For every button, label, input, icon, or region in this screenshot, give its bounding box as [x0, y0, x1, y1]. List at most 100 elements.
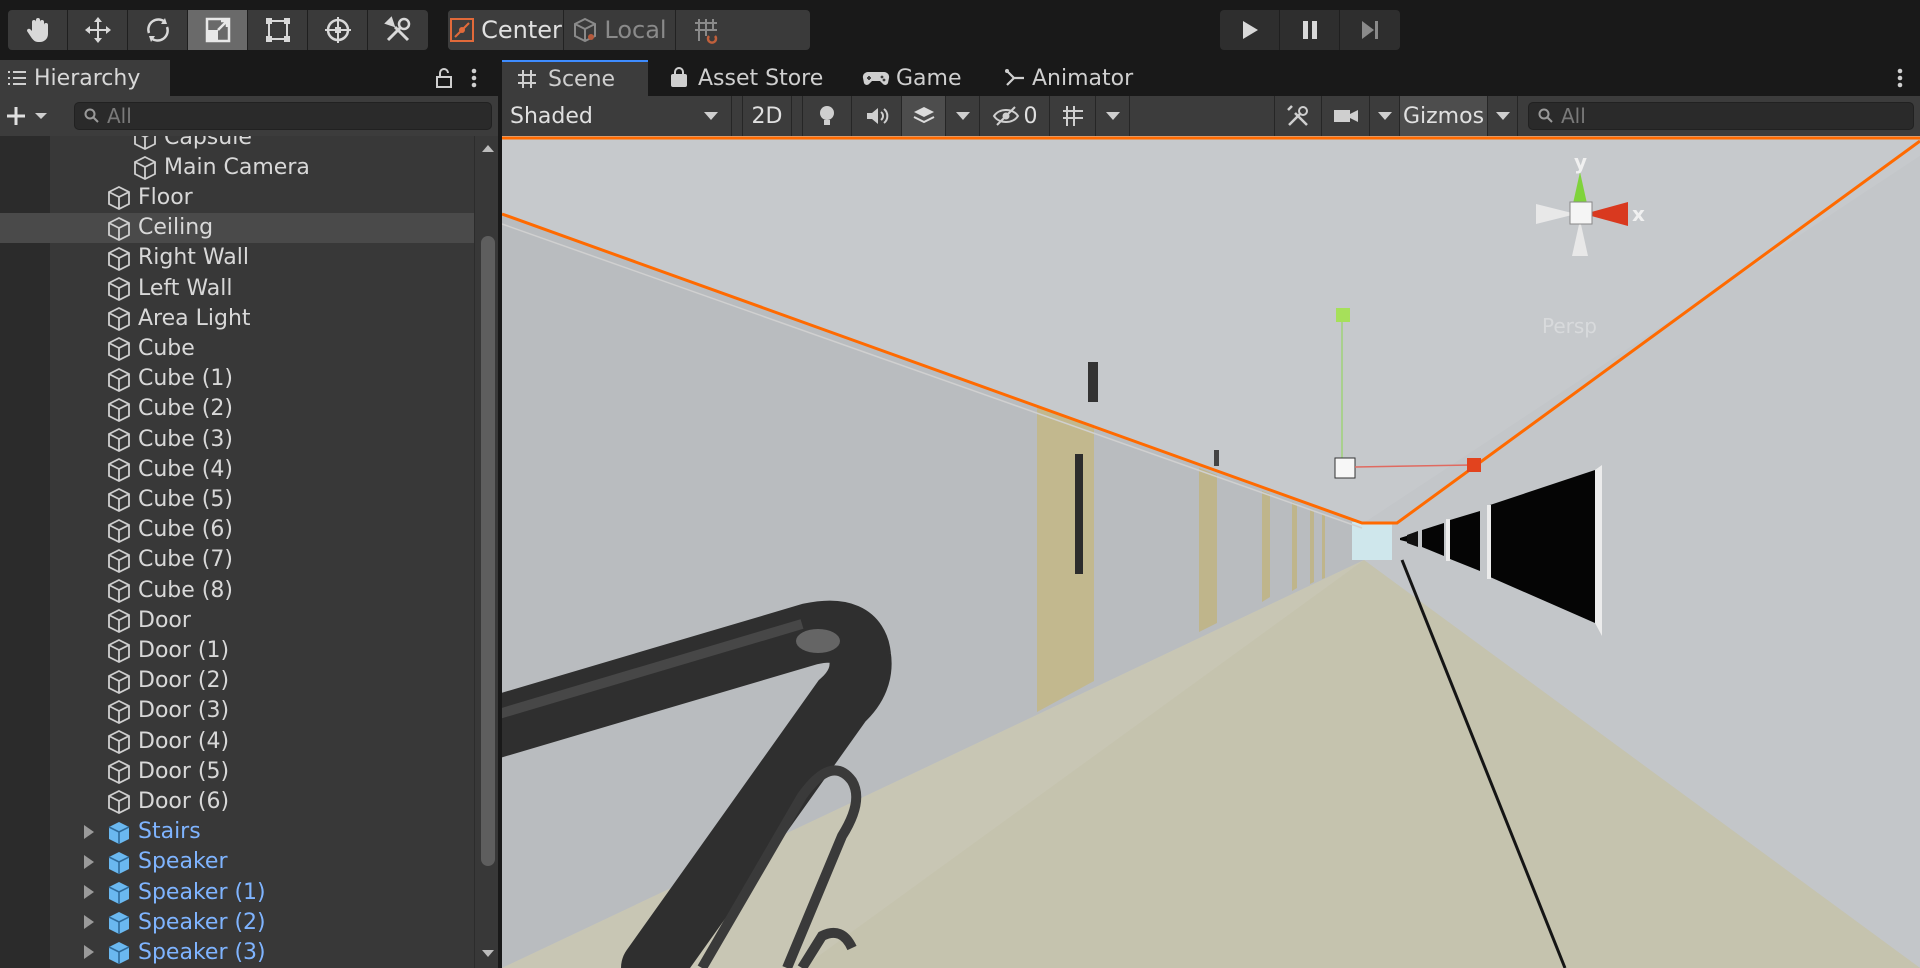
- expand-arrow-icon[interactable]: [84, 854, 94, 869]
- hierarchy-item[interactable]: Door (3): [0, 696, 474, 726]
- hierarchy-item[interactable]: Door: [0, 605, 474, 635]
- chevron-down-icon: [1495, 112, 1510, 120]
- hierarchy-item[interactable]: Cube (3): [0, 424, 474, 454]
- search-icon: [1538, 108, 1553, 123]
- grid-visibility-toggle[interactable]: [1050, 96, 1096, 136]
- hierarchy-item[interactable]: Floor: [0, 182, 474, 212]
- hierarchy-item[interactable]: Speaker (1): [0, 877, 474, 907]
- hierarchy-item-label: Floor: [138, 184, 193, 210]
- rotate-tool-button[interactable]: [128, 10, 188, 50]
- lock-icon[interactable]: [432, 66, 456, 90]
- tab-animator-label: Animator: [1032, 65, 1134, 91]
- hierarchy-search-input[interactable]: All: [74, 102, 492, 130]
- hierarchy-item[interactable]: Speaker (2): [0, 907, 474, 937]
- hierarchy-item[interactable]: Main Camera: [0, 152, 474, 182]
- gameobject-cube-icon: [106, 276, 132, 306]
- scene-kebab-menu-icon[interactable]: [1890, 66, 1910, 90]
- hierarchy-item[interactable]: Capsule: [0, 136, 474, 152]
- scene-search-placeholder: All: [1561, 104, 1586, 128]
- hidden-count: 0: [1023, 103, 1038, 129]
- move-tool-button[interactable]: [68, 10, 128, 50]
- kebab-menu-icon[interactable]: [464, 66, 484, 90]
- hierarchy-item[interactable]: Left Wall: [0, 273, 474, 303]
- space-local-toggle[interactable]: Local: [564, 10, 676, 50]
- scene-camera-button[interactable]: [1322, 96, 1370, 136]
- effects-toggle[interactable]: [902, 96, 946, 136]
- scrollbar-thumb[interactable]: [481, 236, 495, 866]
- hierarchy-item[interactable]: Door (4): [0, 726, 474, 756]
- expand-arrow-icon[interactable]: [84, 915, 94, 930]
- hierarchy-item[interactable]: Door (2): [0, 666, 474, 696]
- expand-arrow-icon[interactable]: [84, 824, 94, 839]
- hierarchy-item[interactable]: Speaker (3): [0, 937, 474, 967]
- audio-toggle[interactable]: [852, 96, 902, 136]
- hierarchy-item[interactable]: Cube (8): [0, 575, 474, 605]
- grid-snap-toggle[interactable]: [676, 10, 736, 50]
- tab-game[interactable]: Game: [862, 60, 982, 96]
- hierarchy-item[interactable]: Door (1): [0, 635, 474, 665]
- gizmos-dropdown[interactable]: [1488, 96, 1518, 136]
- play-button[interactable]: [1220, 10, 1280, 50]
- hierarchy-item[interactable]: Door (5): [0, 756, 474, 786]
- hand-tool-button[interactable]: [8, 10, 68, 50]
- prefab-cube-icon: [106, 910, 132, 940]
- perspective-label[interactable]: Persp: [1542, 314, 1597, 338]
- create-dropdown[interactable]: [4, 102, 52, 130]
- chevron-down-icon: [955, 112, 970, 120]
- gameobject-cube-icon: [106, 185, 132, 215]
- eye-slash-icon: [992, 106, 1019, 126]
- scene-viewport[interactable]: y x Persp: [502, 136, 1920, 968]
- expand-arrow-icon[interactable]: [84, 885, 94, 899]
- hierarchy-item-label: Door (5): [138, 758, 230, 784]
- transform-tool-button[interactable]: [308, 10, 368, 50]
- hierarchy-item[interactable]: Cube: [0, 333, 474, 363]
- rect-tool-button[interactable]: [248, 10, 308, 50]
- hierarchy-item-label: Speaker (2): [138, 909, 266, 935]
- prefab-cube-icon: [106, 820, 132, 850]
- hierarchy-item[interactable]: Stairs: [0, 817, 474, 847]
- pause-button[interactable]: [1280, 10, 1340, 50]
- hierarchy-item[interactable]: Door (6): [0, 786, 474, 816]
- tab-asset-store[interactable]: Asset Store: [662, 60, 832, 96]
- gameobject-cube-icon: [106, 457, 132, 487]
- light-handle-green: [1336, 308, 1350, 322]
- expand-arrow-icon[interactable]: [84, 945, 94, 960]
- play-icon: [1242, 21, 1258, 39]
- grid-dropdown[interactable]: [1096, 96, 1130, 136]
- hierarchy-item[interactable]: Cube (2): [0, 394, 474, 424]
- gameobject-cube-icon: [106, 427, 132, 457]
- hierarchy-item[interactable]: Right Wall: [0, 243, 474, 273]
- tab-animator[interactable]: Animator: [1004, 60, 1154, 96]
- local-cube-icon: [574, 17, 597, 43]
- grid-hash-icon: [518, 70, 536, 88]
- custom-tools-button[interactable]: [368, 10, 428, 50]
- hierarchy-item[interactable]: Cube (5): [0, 484, 474, 514]
- hierarchy-item[interactable]: Cube (4): [0, 454, 474, 484]
- hidden-objects-toggle[interactable]: 0: [980, 96, 1050, 136]
- hierarchy-item[interactable]: Speaker: [0, 847, 474, 877]
- tab-scene[interactable]: Scene: [502, 60, 648, 96]
- scene-tools-button[interactable]: [1274, 96, 1322, 136]
- hierarchy-tab[interactable]: Hierarchy: [0, 60, 170, 96]
- gizmos-toggle[interactable]: Gizmos: [1400, 96, 1488, 136]
- hierarchy-scrollbar[interactable]: [474, 136, 500, 968]
- hierarchy-item-label: Ceiling: [138, 215, 214, 241]
- lighting-toggle[interactable]: [802, 96, 852, 136]
- shading-mode-dropdown[interactable]: Shaded: [502, 96, 732, 136]
- hierarchy-item[interactable]: Ceiling: [0, 212, 474, 243]
- hierarchy-item[interactable]: Cube (1): [0, 364, 474, 394]
- hierarchy-item[interactable]: Area Light: [0, 303, 474, 333]
- hierarchy-item[interactable]: Cube (6): [0, 515, 474, 545]
- scale-tool-button[interactable]: [188, 10, 248, 50]
- camera-dropdown[interactable]: [1370, 96, 1400, 136]
- toggle-2d-button[interactable]: 2D: [742, 96, 792, 136]
- scene-search-input[interactable]: All: [1528, 102, 1914, 130]
- hierarchy-panel: Hierarchy All Capsule Main Camera Floor Cei…: [0, 60, 500, 968]
- hierarchy-item[interactable]: Cube (7): [0, 545, 474, 575]
- effects-dropdown[interactable]: [946, 96, 980, 136]
- step-button[interactable]: [1340, 10, 1400, 50]
- orientation-gizmo[interactable]: y x Persp: [1522, 136, 1722, 338]
- layers-effects-icon: [913, 107, 934, 124]
- pivot-center-toggle[interactable]: Center: [448, 10, 564, 50]
- hierarchy-item-label: Speaker: [138, 849, 228, 875]
